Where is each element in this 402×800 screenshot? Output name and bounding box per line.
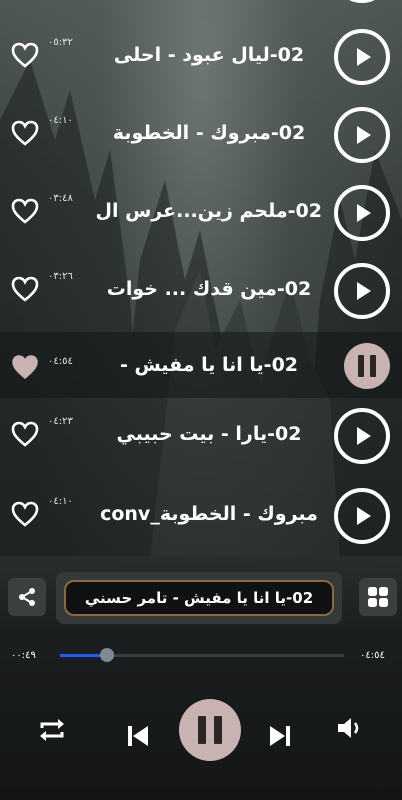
repeat-icon <box>40 719 64 741</box>
heart-icon[interactable] <box>11 354 39 380</box>
previous-button[interactable] <box>124 722 152 750</box>
play-icon <box>357 48 371 66</box>
track-duration: ٠٣:٤٨ <box>48 193 73 204</box>
track-row[interactable]: ٠٣:٤٨ 02-ملحم زين...عرس ال <box>0 180 402 246</box>
track-title[interactable]: مبروك - الخطوبة_conv <box>96 503 322 525</box>
heart-icon[interactable] <box>11 501 39 527</box>
volume-icon <box>338 718 359 738</box>
play-icon <box>357 126 371 144</box>
pause-icon <box>198 716 206 744</box>
track-title[interactable]: 02-مبروك - الخطوبة <box>96 122 322 144</box>
play-icon <box>357 204 371 222</box>
heart-icon[interactable] <box>11 120 39 146</box>
share-button[interactable] <box>8 578 46 616</box>
skip-previous-icon <box>128 726 148 746</box>
heart-icon[interactable] <box>11 42 39 68</box>
play-button[interactable] <box>334 488 390 544</box>
play-button[interactable] <box>334 263 390 319</box>
track-row[interactable]: ٠٣:٢٦ 02-مين قدك ... خوات <box>0 258 402 324</box>
next-button[interactable] <box>266 722 294 750</box>
track-title[interactable]: 02-يارا - بيت حبيبي <box>96 423 322 445</box>
track-title[interactable]: 02-يا انا يا مفيش - <box>96 354 322 376</box>
play-button[interactable] <box>334 0 390 3</box>
track-title[interactable]: 02-ليال عبود - احلى <box>96 44 322 66</box>
seek-handle[interactable] <box>100 648 115 662</box>
elapsed-time: ٠٠:٤٩ <box>11 650 36 661</box>
track-duration: ٠٥:٣٢ <box>48 37 73 48</box>
track-row-partial[interactable] <box>0 0 402 8</box>
grid-button[interactable] <box>359 578 397 616</box>
play-icon <box>357 282 371 300</box>
total-time: ٠٤:٥٤ <box>360 650 385 661</box>
heart-icon[interactable] <box>11 198 39 224</box>
now-playing-box[interactable]: 02-يا انا يا مفيش - تامر حسني <box>56 572 342 624</box>
track-list[interactable]: ٠٥:٣٢ 02-ليال عبود - احلى ٠٤:١٠ 02-مبروك… <box>0 0 402 556</box>
heart-icon[interactable] <box>11 421 39 447</box>
track-duration: ٠٤:١٠ <box>48 115 73 126</box>
main-pause-button[interactable] <box>179 699 241 761</box>
volume-button[interactable] <box>334 712 366 744</box>
track-duration: ٠٣:٢٦ <box>48 271 73 282</box>
play-button[interactable] <box>334 408 390 464</box>
now-playing-title: 02-يا انا يا مفيش - تامر حسني <box>64 580 334 616</box>
pause-icon <box>358 355 364 377</box>
player-panel: 02-يا انا يا مفيش - تامر حسني ٠٠:٤٩ ٠٤:٥… <box>0 556 402 800</box>
track-row[interactable]: ٠٤:١٠ مبروك - الخطوبة_conv <box>0 483 402 549</box>
track-title[interactable]: 02-ملحم زين...عرس ال <box>95 200 322 222</box>
grid-icon <box>368 587 388 607</box>
track-title[interactable]: 02-مين قدك ... خوات <box>96 278 322 300</box>
track-duration: ٠٤:١٠ <box>48 496 73 507</box>
track-row-active[interactable]: ٠٤:٥٤ 02-يا انا يا مفيش - <box>0 332 402 398</box>
play-icon <box>357 427 371 445</box>
pause-button[interactable] <box>344 343 390 389</box>
play-button[interactable] <box>334 29 390 85</box>
play-icon <box>357 507 371 525</box>
track-row[interactable]: ٠٤:٢٣ 02-يارا - بيت حبيبي <box>0 403 402 469</box>
repeat-button[interactable] <box>36 714 68 746</box>
share-icon <box>19 588 35 606</box>
track-duration: ٠٤:٢٣ <box>48 416 73 427</box>
play-button[interactable] <box>334 107 390 163</box>
skip-next-icon <box>270 726 290 746</box>
heart-icon[interactable] <box>11 276 39 302</box>
track-row[interactable]: ٠٥:٣٢ 02-ليال عبود - احلى <box>0 24 402 90</box>
play-button[interactable] <box>334 185 390 241</box>
track-row[interactable]: ٠٤:١٠ 02-مبروك - الخطوبة <box>0 102 402 168</box>
track-duration: ٠٤:٥٤ <box>48 356 73 367</box>
